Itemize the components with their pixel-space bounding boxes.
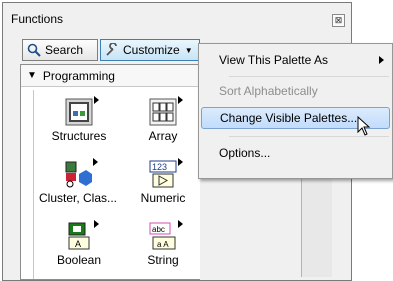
palette-item-label: String	[147, 253, 179, 267]
menu-item-sort-alphabetically: Sort Alphabetically	[201, 80, 390, 102]
palette-item-label: Numeric	[140, 191, 186, 205]
string-icon: abc a A	[149, 220, 183, 250]
palette-item-structures[interactable]: Structures	[44, 96, 114, 143]
search-button[interactable]: Search	[22, 39, 98, 61]
structures-icon	[65, 96, 99, 126]
cluster-icon	[64, 158, 98, 188]
svg-text:a A: a A	[157, 240, 169, 249]
menu-item-label: View This Palette As	[219, 53, 328, 67]
menu-item-label: Options...	[219, 146, 271, 160]
menu-separator	[229, 136, 389, 137]
svg-text:123: 123	[152, 162, 167, 172]
palette-item-label: Structures	[51, 129, 107, 143]
palette-panel: ▼ Programming Structures Array Cluster, …	[20, 64, 200, 280]
collapse-triangle-icon[interactable]: ▼	[27, 70, 37, 81]
search-icon	[27, 43, 41, 57]
svg-text:abc: abc	[152, 225, 165, 234]
customize-button[interactable]: Customize ▼	[100, 39, 200, 61]
palette-item-label: Array	[148, 129, 178, 143]
mouse-pointer-icon	[357, 116, 371, 136]
svg-text:A: A	[75, 239, 81, 249]
array-icon	[149, 96, 183, 126]
close-icon[interactable]: ⊠	[332, 14, 345, 27]
palette-item-boolean[interactable]: A Boolean	[44, 220, 114, 267]
menu-item-options[interactable]: Options...	[201, 142, 390, 164]
chevron-down-icon: ▼	[184, 45, 193, 55]
submenu-arrow-icon	[379, 56, 384, 64]
palette-title: Functions	[11, 12, 64, 26]
palette-item-string[interactable]: abc a A String	[128, 220, 198, 267]
customize-menu: View This Palette As Sort Alphabetically…	[198, 43, 393, 179]
category-label: Programming	[42, 68, 115, 83]
palette-item-cluster[interactable]: Cluster, Clas...	[34, 158, 122, 205]
menu-item-label: Sort Alphabetically	[219, 84, 318, 98]
search-label: Search	[45, 43, 84, 57]
palette-item-label: Cluster, Clas...	[38, 191, 118, 205]
wrench-icon	[106, 43, 117, 56]
numeric-icon: 123	[149, 158, 183, 188]
palette-items-area: Structures Array Cluster, Clas... 123 Nu…	[33, 90, 200, 279]
palette-item-numeric[interactable]: 123 Numeric	[128, 158, 198, 205]
menu-separator	[229, 76, 389, 77]
customize-label: Customize	[123, 43, 180, 57]
category-header[interactable]: ▼ Programming	[21, 65, 199, 87]
menu-item-view-palette-as[interactable]: View This Palette As	[201, 49, 390, 71]
boolean-icon: A	[65, 220, 99, 250]
palette-item-label: Boolean	[56, 253, 102, 267]
palette-item-array[interactable]: Array	[128, 96, 198, 143]
menu-item-label: Change Visible Palettes...	[220, 111, 358, 125]
